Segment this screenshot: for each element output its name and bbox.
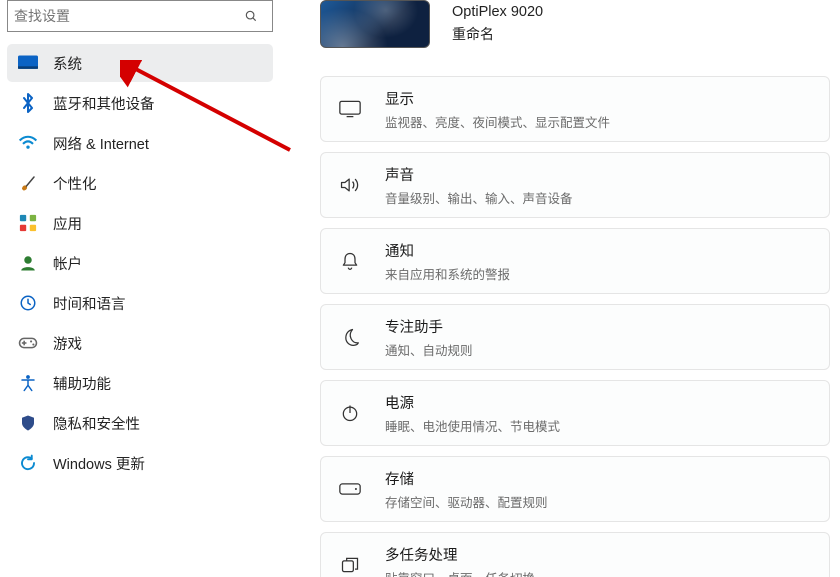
account-icon xyxy=(17,252,39,274)
card-subtitle: 贴靠窗口、桌面、任务切换 xyxy=(385,568,535,577)
gaming-icon xyxy=(17,332,39,354)
card-title: 存储 xyxy=(385,468,548,489)
device-header: OptiPlex 9020 重命名 xyxy=(320,0,840,48)
sidebar-item-privacy[interactable]: 隐私和安全性 xyxy=(7,404,273,442)
sidebar-item-gaming[interactable]: 游戏 xyxy=(7,324,273,362)
display-icon xyxy=(337,96,363,122)
sidebar-item-network[interactable]: 网络 & Internet xyxy=(7,124,273,162)
sidebar-item-label: 网络 & Internet xyxy=(53,133,149,154)
main-content: OptiPlex 9020 重命名 显示 监视器、亮度、夜间模式、显示配置文件 xyxy=(280,0,840,577)
card-subtitle: 通知、自动规则 xyxy=(385,340,473,359)
card-multitasking[interactable]: 多任务处理 贴靠窗口、桌面、任务切换 xyxy=(320,532,830,577)
sidebar-item-label: 辅助功能 xyxy=(53,373,111,394)
wifi-icon xyxy=(17,132,39,154)
sidebar-item-time-language[interactable]: 时间和语言 xyxy=(7,284,273,322)
brush-icon xyxy=(17,172,39,194)
sidebar-item-label: 蓝牙和其他设备 xyxy=(53,93,155,114)
card-subtitle: 来自应用和系统的警报 xyxy=(385,264,510,283)
card-focus-assist[interactable]: 专注助手 通知、自动规则 xyxy=(320,304,830,370)
multitask-icon xyxy=(337,552,363,577)
card-subtitle: 监视器、亮度、夜间模式、显示配置文件 xyxy=(385,112,610,131)
card-storage[interactable]: 存储 存储空间、驱动器、配置规则 xyxy=(320,456,830,522)
accessibility-icon xyxy=(17,372,39,394)
card-sound[interactable]: 声音 音量级别、输出、输入、声音设备 xyxy=(320,152,830,218)
search-input[interactable] xyxy=(7,0,273,32)
sidebar: 系统 蓝牙和其他设备 网络 & Internet 个性化 xyxy=(0,0,280,577)
update-icon xyxy=(17,452,39,474)
settings-cards: 显示 监视器、亮度、夜间模式、显示配置文件 声音 音量级别、输出、输入、声音设备 xyxy=(320,76,830,577)
sidebar-item-label: 应用 xyxy=(53,213,82,234)
card-subtitle: 睡眠、电池使用情况、节电模式 xyxy=(385,416,560,435)
power-icon xyxy=(337,400,363,426)
sound-icon xyxy=(337,172,363,198)
sidebar-item-bluetooth[interactable]: 蓝牙和其他设备 xyxy=(7,84,273,122)
card-power[interactable]: 电源 睡眠、电池使用情况、节电模式 xyxy=(320,380,830,446)
sidebar-item-label: 隐私和安全性 xyxy=(53,413,140,434)
nav-list: 系统 蓝牙和其他设备 网络 & Internet 个性化 xyxy=(7,44,273,482)
card-title: 多任务处理 xyxy=(385,544,535,565)
sidebar-item-label: 时间和语言 xyxy=(53,293,126,314)
rename-link[interactable]: 重命名 xyxy=(452,24,543,44)
card-title: 声音 xyxy=(385,164,573,185)
device-thumbnail xyxy=(320,0,430,48)
card-title: 电源 xyxy=(385,392,560,413)
time-language-icon xyxy=(17,292,39,314)
sidebar-item-label: 帐户 xyxy=(53,253,82,274)
sidebar-item-apps[interactable]: 应用 xyxy=(7,204,273,242)
card-title: 显示 xyxy=(385,88,610,109)
sidebar-item-system[interactable]: 系统 xyxy=(7,44,273,82)
sidebar-item-accounts[interactable]: 帐户 xyxy=(7,244,273,282)
bluetooth-icon xyxy=(17,92,39,114)
storage-icon xyxy=(337,476,363,502)
system-icon xyxy=(17,52,39,74)
device-name: OptiPlex 9020 xyxy=(452,4,543,20)
card-subtitle: 存储空间、驱动器、配置规则 xyxy=(385,492,548,511)
card-subtitle: 音量级别、输出、输入、声音设备 xyxy=(385,188,573,207)
card-title: 专注助手 xyxy=(385,316,473,337)
shield-icon xyxy=(17,412,39,434)
search-icon xyxy=(244,9,272,23)
sidebar-item-label: 游戏 xyxy=(53,333,82,354)
sidebar-item-personalization[interactable]: 个性化 xyxy=(7,164,273,202)
card-display[interactable]: 显示 监视器、亮度、夜间模式、显示配置文件 xyxy=(320,76,830,142)
moon-icon xyxy=(337,324,363,350)
sidebar-item-label: Windows 更新 xyxy=(53,453,145,474)
sidebar-item-label: 个性化 xyxy=(53,173,97,194)
card-title: 通知 xyxy=(385,240,510,261)
apps-icon xyxy=(17,212,39,234)
search-field[interactable] xyxy=(8,8,244,24)
sidebar-item-accessibility[interactable]: 辅助功能 xyxy=(7,364,273,402)
bell-icon xyxy=(337,248,363,274)
card-notifications[interactable]: 通知 来自应用和系统的警报 xyxy=(320,228,830,294)
sidebar-item-label: 系统 xyxy=(53,53,82,74)
sidebar-item-update[interactable]: Windows 更新 xyxy=(7,444,273,482)
